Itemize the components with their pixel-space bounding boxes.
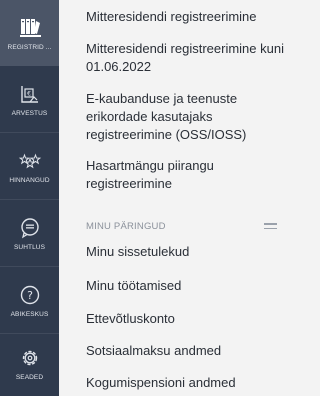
- sidebar-item-label: ARVESTUS: [11, 110, 48, 117]
- menu-link-social-tax-data[interactable]: Sotsiaalmaksu andmed: [86, 342, 286, 360]
- sidebar-item-label: SUHTLUS: [13, 244, 46, 251]
- menu-link-funded-pension-data[interactable]: Kogumispensioni andmed: [86, 374, 286, 392]
- chat-icon: [17, 215, 43, 241]
- ratings-icon: [17, 148, 43, 174]
- sidebar-item-accounting[interactable]: € ARVESTUS: [0, 66, 59, 132]
- menu-link-oss-ioss-registration[interactable]: E-kaubanduse ja teenuste erikordade kasu…: [86, 90, 286, 144]
- menu-link-nonresident-registration-until-2022[interactable]: Mitteresidendi registreerimine kuni 01.0…: [86, 40, 286, 76]
- menu-panel: Mitteresidendi registreerimine Mitteresi…: [59, 0, 296, 396]
- sidebar-item-helpcenter[interactable]: ? ABIKESKUS: [0, 267, 59, 333]
- sidebar-item-ratings[interactable]: HINNANGUD: [0, 133, 59, 199]
- svg-text:€: €: [27, 91, 31, 98]
- sidebar-item-communication[interactable]: SUHTLUS: [0, 200, 59, 266]
- sidebar-item-settings[interactable]: SEADED: [0, 330, 59, 396]
- collapse-section-button[interactable]: [264, 223, 277, 231]
- sidebar-item-label: HINNANGUD: [9, 177, 50, 184]
- gear-icon: [17, 345, 43, 371]
- sidebar-item-registers[interactable]: REGISTRID ...: [0, 0, 59, 66]
- menu-lines-icon: [264, 223, 277, 225]
- sidebar-item-label: REGISTRID ...: [7, 44, 52, 51]
- menu-link-nonresident-registration[interactable]: Mitteresidendi registreerimine: [86, 8, 286, 26]
- help-icon: ?: [17, 282, 43, 308]
- menu-link-my-income[interactable]: Minu sissetulekud: [86, 243, 286, 261]
- sidebar-item-label: ABIKESKUS: [10, 311, 49, 318]
- sidebar-item-label: SEADED: [15, 374, 44, 381]
- menu-link-business-account[interactable]: Ettevõtluskonto: [86, 310, 286, 328]
- svg-text:?: ?: [27, 289, 33, 302]
- registers-icon: [17, 15, 43, 41]
- accounting-icon: €: [17, 81, 43, 107]
- section-title-my-queries: MINU PÄRINGUD: [86, 221, 166, 232]
- sidebar: REGISTRID ... € ARVESTUS HINNANGUD SUHTL…: [0, 0, 59, 396]
- menu-link-gambling-restriction[interactable]: Hasartmängu piirangu registreerimine: [86, 157, 286, 193]
- menu-link-my-employments[interactable]: Minu töötamised: [86, 277, 286, 295]
